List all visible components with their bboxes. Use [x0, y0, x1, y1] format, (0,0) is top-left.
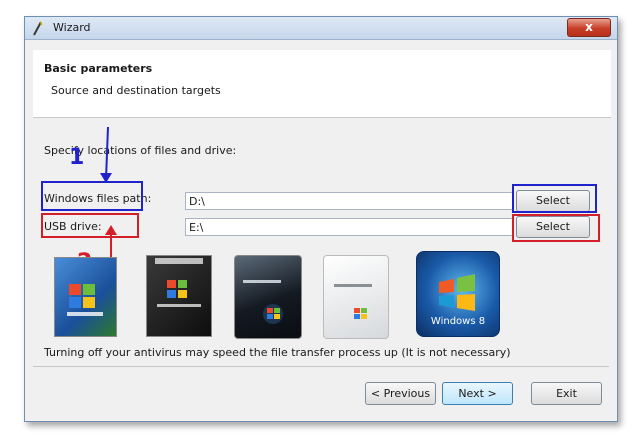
windows-select-highlight	[512, 184, 597, 213]
antivirus-note: Turning off your antivirus may speed the…	[44, 346, 511, 359]
windows-flag-icon	[67, 284, 103, 316]
usb-label-highlight	[41, 213, 139, 238]
usb-select-highlight	[512, 214, 600, 242]
windows-server-box-image	[146, 255, 212, 337]
marker-1: 1	[69, 145, 85, 170]
footer-divider	[33, 366, 609, 367]
page-title: Basic parameters	[44, 62, 153, 75]
wand-icon	[33, 21, 43, 36]
window-title: Wizard	[53, 21, 91, 34]
wizard-window: Wizard x Basic parameters Source and des…	[24, 16, 618, 422]
previous-button[interactable]: < Previous	[365, 382, 436, 405]
windows-path-field[interactable]: D:\	[185, 192, 513, 210]
close-icon: x	[585, 20, 593, 34]
page-subtitle: Source and destination targets	[51, 84, 221, 97]
windows-server-white-box-image	[323, 255, 389, 339]
close-button[interactable]: x	[567, 18, 611, 37]
exit-button[interactable]: Exit	[531, 382, 602, 405]
windows-xp-box-image	[54, 257, 117, 337]
windows-vista-box-image	[234, 255, 302, 339]
usb-drive-field[interactable]: E:\	[185, 218, 513, 236]
windows-orb-icon	[243, 280, 283, 324]
title-bar: Wizard x	[25, 17, 617, 40]
windows-8-box-image: Windows 8	[416, 251, 500, 337]
windows-flag-icon	[155, 258, 203, 307]
windows8-caption: Windows 8	[430, 316, 486, 327]
next-button[interactable]: Next >	[442, 382, 513, 405]
blue-arrow-icon	[100, 126, 112, 183]
windows-orb-icon	[334, 284, 372, 319]
header-panel: Basic parameters Source and destination …	[33, 50, 611, 118]
